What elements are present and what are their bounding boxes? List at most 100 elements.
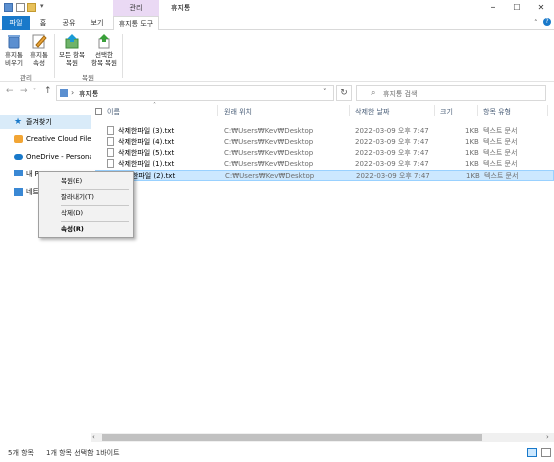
search-placeholder: 휴지통 검색	[383, 90, 418, 98]
help-icon[interactable]: ?	[543, 18, 551, 26]
navigation-pane: ★ 즐겨찾기 Creative Cloud Files OneDrive - P…	[0, 102, 91, 432]
search-icon: ⌕	[371, 88, 376, 97]
context-menu: 복원(E) 잘라내기(T) 삭제(D) 속성(R)	[38, 171, 134, 238]
tab-file[interactable]: 파일	[2, 16, 30, 30]
file-date: 2022-03-09 오후 7:47	[355, 160, 429, 168]
breadcrumb-recycle-bin[interactable]: 휴지통	[79, 89, 98, 99]
file-date: 2022-03-09 오후 7:47	[355, 138, 429, 146]
file-location: C:₩Users₩Kev₩Desktop	[224, 160, 314, 168]
file-size: 1KB	[465, 138, 479, 146]
column-header-original-location[interactable]: 원래 위치	[224, 107, 252, 117]
restore-selected-button[interactable]: 선택한 항목 복원	[88, 33, 120, 67]
tab-share[interactable]: 공유	[58, 16, 80, 30]
recycle-bin-properties-button[interactable]: 휴지통 속성	[28, 33, 50, 67]
status-bar: 5개 항목 1개 항목 선택함 1바이트	[0, 444, 554, 462]
group-divider	[54, 34, 55, 78]
file-row[interactable]: 삭제한파일 (4).txt C:₩Users₩Kev₩Desktop 2022-…	[95, 137, 554, 148]
tab-recycle-bin-tools[interactable]: 휴지통 도구	[113, 16, 159, 31]
horizontal-scrollbar[interactable]: ‹ ›	[91, 433, 554, 442]
file-row[interactable]: 삭제한파일 (3).txt C:₩Users₩Kev₩Desktop 2022-…	[95, 126, 554, 137]
column-divider[interactable]	[547, 105, 548, 116]
collapse-ribbon-icon[interactable]: ˄	[534, 19, 538, 27]
empty-recycle-bin-button[interactable]: 휴지통 비우기	[3, 33, 25, 67]
contextual-tab-group-label: 관리	[113, 0, 159, 16]
nav-item-quick-access[interactable]: ★ 즐겨찾기	[0, 115, 91, 129]
maximize-button[interactable]: ☐	[504, 0, 530, 16]
recent-locations-icon[interactable]: ˅	[33, 88, 36, 95]
search-box[interactable]: ⌕ 휴지통 검색	[356, 85, 546, 101]
file-list: 이름 ˄ 원래 위치 삭제한 날짜 크기 항목 유형 삭제한파일 (3).txt…	[91, 102, 554, 432]
file-size: 1KB	[466, 172, 480, 180]
tab-view[interactable]: 보기	[86, 16, 108, 30]
address-dropdown-icon[interactable]: ˅	[323, 88, 327, 96]
file-name: 삭제한파일 (3).txt	[118, 127, 175, 135]
up-icon[interactable]: ↑	[44, 86, 52, 96]
properties-icon	[31, 33, 47, 49]
path-separator: ›	[71, 88, 75, 97]
minimize-button[interactable]: –	[480, 0, 506, 16]
file-location: C:₩Users₩Kev₩Desktop	[224, 127, 314, 135]
menu-item-properties[interactable]: 속성(R)	[39, 223, 133, 236]
column-header-item-type[interactable]: 항목 유형	[483, 107, 511, 117]
column-divider[interactable]	[477, 105, 478, 116]
file-size: 1KB	[465, 160, 479, 168]
title-bar: ▾ 관리 휴지통 – ☐ ✕	[0, 0, 554, 16]
text-file-icon	[107, 126, 114, 135]
menu-item-restore[interactable]: 복원(E)	[39, 175, 133, 188]
file-type: 텍스트 문서	[483, 138, 518, 146]
menu-item-delete[interactable]: 삭제(D)	[39, 207, 133, 220]
menu-separator	[61, 205, 129, 206]
column-header-name[interactable]: 이름	[107, 107, 120, 117]
scroll-left-icon[interactable]: ‹	[92, 433, 95, 441]
column-divider[interactable]	[217, 105, 218, 116]
scrollbar-thumb[interactable]	[102, 434, 482, 441]
menu-item-cut[interactable]: 잘라내기(T)	[39, 191, 133, 204]
file-location: C:₩Users₩Kev₩Desktop	[225, 172, 315, 180]
nav-item-creative-cloud[interactable]: Creative Cloud Files	[0, 132, 91, 146]
column-divider[interactable]	[349, 105, 350, 116]
recycle-bin-location-icon	[60, 89, 68, 97]
large-icons-view-icon[interactable]	[541, 448, 551, 457]
computer-icon	[14, 170, 23, 176]
restore-group-label: 복원	[82, 74, 94, 82]
menu-separator	[61, 189, 129, 190]
column-header-size[interactable]: 크기	[440, 107, 453, 117]
back-icon[interactable]: ←	[6, 86, 14, 96]
refresh-button[interactable]: ↻	[336, 85, 352, 101]
selection-info: 1개 항목 선택함 1바이트	[46, 449, 120, 457]
column-header-date-deleted[interactable]: 삭제한 날짜	[355, 107, 389, 117]
properties-quick-access-icon[interactable]	[16, 3, 25, 12]
file-date: 2022-03-09 오후 7:47	[355, 127, 429, 135]
quick-access-dropdown-icon[interactable]: ▾	[40, 2, 44, 10]
empty-bin-icon	[6, 33, 22, 49]
restore-all-button[interactable]: 모든 항목 복원	[57, 33, 87, 67]
file-date: 2022-03-09 오후 7:47	[355, 149, 429, 157]
new-folder-quick-access-icon[interactable]	[27, 3, 36, 12]
sort-ascending-icon: ˄	[153, 102, 156, 109]
star-icon: ★	[14, 117, 23, 127]
file-location: C:₩Users₩Kev₩Desktop	[224, 138, 314, 146]
item-count: 5개 항목	[8, 449, 34, 457]
file-type: 텍스트 문서	[483, 149, 518, 157]
forward-icon[interactable]: →	[20, 86, 28, 96]
recycle-bin-app-icon	[4, 3, 13, 12]
file-name: 삭제한파일 (1).txt	[118, 160, 175, 168]
cloud-icon	[14, 154, 23, 160]
select-all-checkbox[interactable]	[95, 108, 102, 115]
navigation-bar: ← → ˅ ↑ › 휴지통 ˅ ↻ ⌕ 휴지통 검색	[0, 84, 554, 102]
close-button[interactable]: ✕	[528, 0, 554, 16]
tab-home[interactable]: 홈	[34, 16, 52, 30]
address-bar[interactable]: › 휴지통 ˅	[56, 85, 334, 101]
file-size: 1KB	[465, 127, 479, 135]
scroll-right-icon[interactable]: ›	[546, 433, 549, 441]
nav-item-onedrive[interactable]: OneDrive - Personal	[0, 150, 91, 164]
file-name: 삭제한파일 (4).txt	[118, 138, 175, 146]
column-divider[interactable]	[434, 105, 435, 116]
text-file-icon	[107, 159, 114, 168]
text-file-icon	[107, 148, 114, 157]
file-row[interactable]: 삭제한파일 (5).txt C:₩Users₩Kev₩Desktop 2022-…	[95, 148, 554, 159]
file-row[interactable]: 삭제한파일 (1).txt C:₩Users₩Kev₩Desktop 2022-…	[95, 159, 554, 170]
file-name: 삭제한파일 (5).txt	[118, 149, 175, 157]
details-view-icon[interactable]	[527, 448, 537, 457]
file-row-selected[interactable]: 삭제한파일 (2).txt C:₩Users₩Kev₩Desktop 2022-…	[95, 170, 554, 181]
